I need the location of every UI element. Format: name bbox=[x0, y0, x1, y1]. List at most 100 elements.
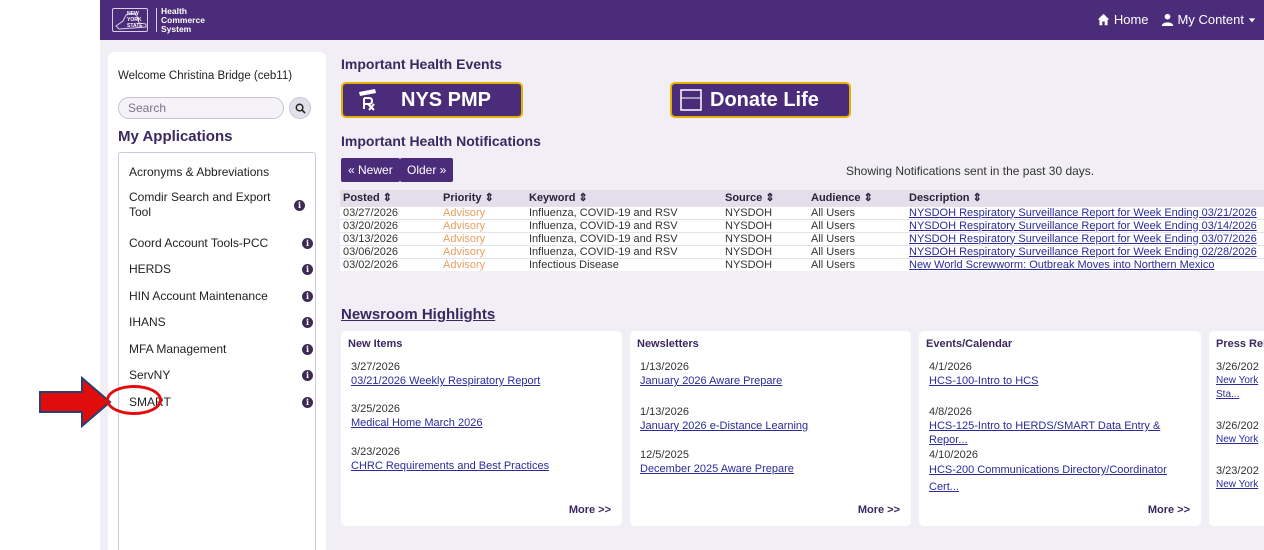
entry-link[interactable]: HCS-100-Intro to HCS bbox=[929, 374, 1191, 388]
nys-state-logo: NEW YORK STATE bbox=[112, 8, 148, 32]
app-label: Coord Account Tools-PCC bbox=[129, 236, 269, 250]
entry-date: 1/13/2026 bbox=[640, 406, 689, 418]
search-button[interactable] bbox=[289, 97, 311, 119]
entry-date: 3/27/2026 bbox=[351, 361, 400, 373]
nys-pmp-label: NYS PMP bbox=[401, 88, 492, 111]
card-title: Newsletters bbox=[637, 338, 699, 350]
sort-posted[interactable]: Posted ⇕ bbox=[340, 190, 440, 206]
info-icon[interactable]: i bbox=[302, 264, 313, 275]
entry-link[interactable]: New York bbox=[1216, 433, 1264, 447]
app-item-comdir[interactable]: Comdir Search and Export Tool i bbox=[129, 190, 305, 220]
info-icon[interactable]: i bbox=[302, 397, 313, 408]
entry-link[interactable]: 03/21/2026 Weekly Respiratory Report bbox=[351, 374, 540, 388]
cell-keyword: Influenza, COVID-19 and RSV bbox=[526, 244, 722, 258]
cell-audience: All Users bbox=[808, 231, 906, 245]
cell-keyword: Infectious Disease bbox=[526, 257, 722, 271]
cell-audience: All Users bbox=[808, 257, 906, 271]
sort-keyword[interactable]: Keyword ⇕ bbox=[526, 190, 722, 206]
sort-description[interactable]: Description ⇕ bbox=[906, 190, 1264, 206]
logo-line: System bbox=[161, 23, 192, 34]
cell-audience: All Users bbox=[808, 218, 906, 232]
entry-link[interactable]: New York bbox=[1216, 478, 1264, 492]
home-icon bbox=[1097, 13, 1110, 26]
user-icon bbox=[1161, 13, 1173, 26]
app-item-servny[interactable]: ServNY i bbox=[129, 368, 313, 383]
entry-link[interactable]: January 2026 Aware Prepare bbox=[640, 374, 782, 388]
info-icon[interactable]: i bbox=[302, 291, 313, 302]
news-entry: 12/5/2025 December 2025 Aware Prepare bbox=[640, 448, 794, 476]
search-input[interactable] bbox=[118, 97, 284, 119]
entry-link[interactable]: HCS-125-Intro to HERDS/SMART Data Entry … bbox=[929, 419, 1191, 447]
applications-list: Acronyms & Abbreviations Comdir Search a… bbox=[118, 152, 316, 550]
notification-link[interactable]: NYSDOH Respiratory Surveillance Report f… bbox=[909, 233, 1257, 245]
prescription-icon bbox=[359, 89, 376, 111]
hcs-app: NEW YORK STATE Health Commerce System Ho… bbox=[100, 0, 1264, 550]
cell-source: NYSDOH bbox=[722, 231, 808, 245]
home-label: Home bbox=[1113, 12, 1149, 27]
app-label: ServNY bbox=[129, 368, 171, 382]
info-icon[interactable]: i bbox=[302, 344, 313, 355]
cell-description: NYSDOH Respiratory Surveillance Report f… bbox=[906, 244, 1264, 258]
app-item-acronyms[interactable]: Acronyms & Abbreviations bbox=[129, 165, 309, 180]
donate-life-banner[interactable]: Donate Life bbox=[670, 82, 851, 118]
app-label: HERDS bbox=[129, 262, 172, 276]
app-item-ihans[interactable]: IHANS i bbox=[129, 315, 313, 330]
app-label: IHANS bbox=[129, 315, 166, 329]
info-icon[interactable]: i bbox=[302, 238, 313, 249]
sidebar: Welcome Christina Bridge (ceb11) My Appl… bbox=[108, 52, 326, 550]
more-link[interactable]: More >> bbox=[1148, 504, 1190, 516]
hcs-logo[interactable]: NEW YORK STATE Health Commerce System bbox=[112, 5, 205, 35]
notification-link[interactable]: NYSDOH Respiratory Surveillance Report f… bbox=[909, 220, 1257, 232]
donate-life-label: Donate Life bbox=[710, 88, 819, 111]
notification-link[interactable]: NYSDOH Respiratory Surveillance Report f… bbox=[909, 207, 1257, 219]
table-row: 03/27/2026 Advisory Influenza, COVID-19 … bbox=[340, 205, 1264, 219]
app-item-coord-account-tools[interactable]: Coord Account Tools-PCC i bbox=[129, 236, 313, 251]
app-item-mfa-management[interactable]: MFA Management i bbox=[129, 342, 313, 357]
notification-link[interactable]: New World Screwworm: Outbreak Moves into… bbox=[909, 259, 1214, 271]
info-icon[interactable]: i bbox=[302, 370, 313, 381]
notification-link[interactable]: NYSDOH Respiratory Surveillance Report f… bbox=[909, 246, 1257, 258]
sort-priority[interactable]: Priority ⇕ bbox=[440, 190, 526, 206]
my-content-menu[interactable]: My Content bbox=[1161, 12, 1256, 27]
more-link[interactable]: More >> bbox=[569, 504, 611, 516]
sort-source[interactable]: Source ⇕ bbox=[722, 190, 808, 206]
cell-posted: 03/20/2026 bbox=[340, 218, 440, 232]
older-button[interactable]: Older » bbox=[400, 158, 454, 182]
info-icon[interactable]: i bbox=[302, 317, 313, 328]
nys-pmp-banner[interactable]: NYS PMP bbox=[341, 82, 523, 118]
newer-button[interactable]: « Newer bbox=[341, 158, 400, 182]
more-link[interactable]: More >> bbox=[858, 504, 900, 516]
info-icon[interactable]: i bbox=[294, 200, 305, 211]
cell-audience: All Users bbox=[808, 205, 906, 219]
cell-posted: 03/13/2026 bbox=[340, 231, 440, 245]
entry-link[interactable]: CHRC Requirements and Best Practices bbox=[351, 459, 549, 473]
top-bar: NEW YORK STATE Health Commerce System Ho… bbox=[100, 0, 1264, 40]
entry-link[interactable]: New York Sta... bbox=[1216, 374, 1264, 402]
showing-notifications-note: Showing Notifications sent in the past 3… bbox=[846, 164, 1095, 178]
news-entry: 3/27/2026 03/21/2026 Weekly Respiratory R… bbox=[351, 360, 540, 388]
news-entry: 3/26/202 New York Sta... bbox=[1216, 360, 1264, 402]
entry-date: 3/23/202 bbox=[1216, 465, 1259, 477]
sort-audience[interactable]: Audience ⇕ bbox=[808, 190, 906, 206]
entry-link[interactable]: HCS-200 Communications Directory/Coordin… bbox=[929, 462, 1191, 496]
newsroom-highlights-heading[interactable]: Newsroom Highlights bbox=[341, 306, 495, 323]
cell-priority: Advisory bbox=[440, 205, 526, 219]
app-label: MFA Management bbox=[129, 342, 227, 356]
entry-link[interactable]: December 2025 Aware Prepare bbox=[640, 462, 794, 476]
news-card-new-items: New Items 3/27/2026 03/21/2026 Weekly Res… bbox=[341, 331, 622, 526]
cell-description: New World Screwworm: Outbreak Moves into… bbox=[906, 257, 1264, 271]
news-entry: 4/8/2026 HCS-125-Intro to HERDS/SMART Dat… bbox=[929, 405, 1191, 447]
top-nav: Home My Content bbox=[1097, 12, 1256, 27]
cell-description: NYSDOH Respiratory Surveillance Report f… bbox=[906, 205, 1264, 219]
app-item-hin-account[interactable]: HIN Account Maintenance i bbox=[129, 289, 313, 304]
entry-date: 4/8/2026 bbox=[929, 406, 972, 418]
cell-description: NYSDOH Respiratory Surveillance Report f… bbox=[906, 231, 1264, 245]
cell-priority: Advisory bbox=[440, 231, 526, 245]
entry-link[interactable]: January 2026 e-Distance Learning bbox=[640, 419, 808, 433]
app-label: Acronyms & Abbreviations bbox=[129, 165, 270, 179]
entry-date: 3/25/2026 bbox=[351, 403, 400, 415]
entry-link[interactable]: Medical Home March 2026 bbox=[351, 416, 482, 430]
home-link[interactable]: Home bbox=[1097, 12, 1149, 27]
app-item-herds[interactable]: HERDS i bbox=[129, 262, 313, 277]
news-entry: 1/13/2026 January 2026 e-Distance Learnin… bbox=[640, 405, 808, 433]
